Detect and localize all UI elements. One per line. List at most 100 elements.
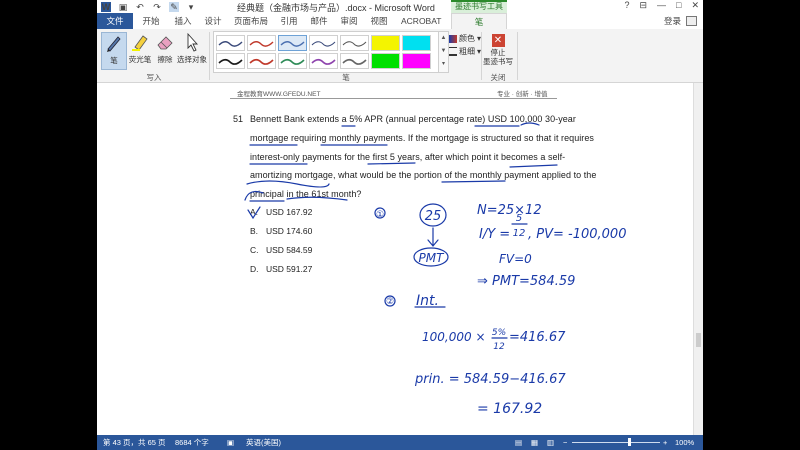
pen-icon [107, 36, 121, 52]
ink-step2-calc-num: 5% [492, 328, 506, 338]
pen-swatch[interactable] [340, 53, 369, 69]
ink-step2-mark: ② [386, 297, 394, 307]
close-button[interactable]: ✕ [691, 0, 699, 11]
zoom-in-button[interactable]: + [663, 435, 667, 450]
ink-underline [246, 180, 330, 188]
pen-button[interactable]: 笔 [101, 32, 127, 70]
window-controls: ? ⊟ — □ ✕ [624, 0, 699, 11]
zoom-slider-thumb[interactable] [628, 438, 631, 446]
highlighter-swatch[interactable] [402, 53, 431, 69]
highlighter-swatch[interactable] [371, 53, 400, 69]
language[interactable]: 英语(美国) [246, 435, 281, 450]
zoom-level[interactable]: 100% [675, 435, 694, 450]
ink-underline [520, 122, 540, 126]
color-palette-icon [449, 34, 457, 43]
pen-swatch[interactable] [309, 53, 338, 69]
tab-review[interactable]: 审阅 [337, 13, 361, 29]
customize-qat-icon[interactable]: ▾ [186, 2, 196, 12]
page-count[interactable]: 第 43 页，共 65 页 [103, 435, 166, 450]
pen-swatch[interactable] [309, 35, 338, 51]
proofing-icon[interactable]: ▣ [227, 435, 234, 450]
tab-acrobat[interactable]: ACROBAT [401, 13, 441, 29]
tab-page-layout[interactable]: 页面布局 [231, 13, 271, 29]
ink-step1-result: ⇒ PMT=584.59 [477, 274, 575, 289]
quick-access-toolbar: W ▣ ↶ ↷ ✎ ▾ [101, 0, 196, 13]
pen-stroke-icon [249, 58, 274, 65]
ribbon-pens: 笔 荧光笔 擦除 选择对象 写入 ▲ ▼ ▾ 颜色 ▾ 粗细 ▾ 笔 ✕ 停止 … [97, 29, 703, 83]
login-link[interactable]: 登录 [664, 13, 681, 29]
help-icon[interactable]: ? [624, 0, 629, 11]
ink-arrow [427, 227, 439, 247]
zoom-slider[interactable] [572, 442, 660, 443]
print-layout-icon[interactable]: ▦ [531, 435, 538, 450]
web-layout-icon[interactable]: ▥ [547, 435, 554, 450]
maximize-button[interactable]: □ [676, 0, 681, 11]
highlighter-swatch[interactable] [402, 35, 431, 51]
eraser-icon [157, 36, 173, 50]
tab-file[interactable]: 文件 [97, 13, 133, 29]
user-icon[interactable] [686, 16, 697, 26]
ink-underline [367, 162, 416, 165]
minimize-button[interactable]: — [657, 0, 666, 11]
tab-mailings[interactable]: 邮件 [307, 13, 331, 29]
ribbon-display-icon[interactable]: ⊟ [639, 0, 647, 11]
redo-icon[interactable]: ↷ [152, 2, 162, 12]
word-count[interactable]: 8684 个字 [175, 435, 209, 450]
pen-stroke-icon [218, 41, 243, 47]
eraser-button[interactable]: 擦除 [152, 32, 178, 65]
select-objects-label: 选择对象 [177, 55, 207, 64]
highlighter-swatch[interactable] [371, 35, 400, 51]
pen-swatch[interactable] [340, 35, 369, 51]
vertical-scrollbar[interactable] [693, 83, 703, 435]
zoom-out-button[interactable]: − [563, 435, 567, 450]
ribbon-separator [481, 32, 482, 80]
pen-label: 笔 [110, 56, 118, 65]
scrollbar-thumb[interactable] [696, 333, 701, 347]
tab-pens[interactable]: 笔 [451, 13, 507, 29]
pen-weight-label: 粗细 [459, 47, 475, 56]
pen-swatch[interactable] [216, 35, 245, 51]
pen-swatch[interactable] [247, 53, 276, 69]
group-write-label: 写入 [146, 73, 162, 82]
document-page[interactable]: 金程教育WWW.GFEDU.NET 专业 · 创新 · 增值 51 Bennet… [97, 83, 693, 435]
highlighter-button[interactable]: 荧光笔 [127, 32, 153, 65]
ink-step2-prin: prin. = 584.59−416.67 [414, 372, 566, 387]
save-icon[interactable]: ▣ [118, 2, 128, 12]
stop-inking-button[interactable]: ✕ 停止 墨迹书写 [483, 34, 513, 66]
ink-annotations[interactable]: ① 25 PMT N=25×12 I/Y = 5 12 , PV= -100,0… [97, 83, 693, 435]
ribbon-tabs: 文件 开始 插入 设计 页面布局 引用 邮件 审阅 视图 ACROBAT 笔 登… [97, 13, 703, 30]
pen-color-button[interactable]: 颜色 ▾ [449, 33, 481, 44]
ink-step1-n: N=25×12 [477, 203, 542, 218]
pen-stroke-icon [280, 41, 305, 47]
ink-step2-answer: = 167.92 [477, 401, 542, 417]
pen-swatch-selected[interactable] [278, 35, 307, 51]
status-bar: 第 43 页，共 65 页 8684 个字 ▣ 英语(美国) ▤ ▦ ▥ − +… [97, 435, 703, 450]
tab-references[interactable]: 引用 [277, 13, 301, 29]
ink-step1-pmt: PMT [419, 251, 446, 265]
pen-swatch[interactable] [216, 53, 245, 69]
tab-design[interactable]: 设计 [201, 13, 225, 29]
pen-swatch[interactable] [247, 35, 276, 51]
ink-tools-context-title: 墨迹书写工具 [451, 0, 507, 13]
ink-step2-calc-left: 100,000 × [422, 330, 486, 344]
read-mode-icon[interactable]: ▤ [515, 435, 522, 450]
gallery-scroll[interactable]: ▲ ▼ ▾ [438, 31, 449, 73]
pen-stroke-icon [218, 58, 243, 65]
highlighter-label: 荧光笔 [128, 55, 152, 64]
pen-color-label: 颜色 [459, 34, 475, 43]
word-logo-icon[interactable]: W [101, 1, 111, 12]
select-objects-button[interactable]: 选择对象 [177, 32, 207, 65]
ink-step1-iy-num: 5 [516, 213, 522, 224]
pen-swatch[interactable] [278, 53, 307, 69]
pen-stroke-icon [342, 41, 367, 47]
pen-weight-button[interactable]: 粗细 ▾ [449, 46, 481, 57]
undo-icon[interactable]: ↶ [135, 2, 145, 12]
tab-insert[interactable]: 插入 [171, 13, 195, 29]
pen-mode-icon[interactable]: ✎ [169, 1, 179, 12]
group-close-label: 关闭 [490, 73, 506, 82]
group-pens-label: 笔 [342, 73, 350, 82]
tab-home[interactable]: 开始 [139, 13, 163, 29]
ink-step1-circle-text: 25 [425, 209, 442, 224]
tab-view[interactable]: 视图 [367, 13, 391, 29]
ink-underline [441, 180, 506, 183]
